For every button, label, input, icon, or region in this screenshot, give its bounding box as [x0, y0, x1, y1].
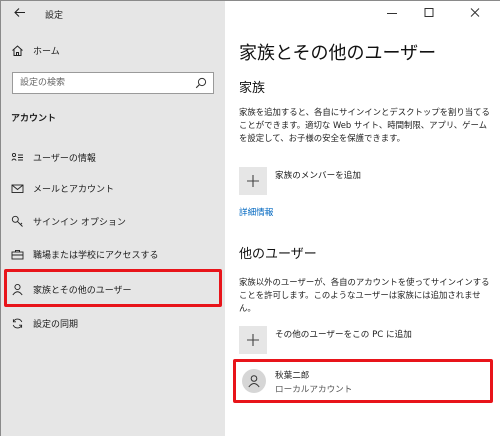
other-users-heading: 他のユーザー [239, 247, 317, 262]
back-arrow-icon [13, 8, 25, 17]
key-icon [10, 214, 24, 228]
sidebar-item-mail[interactable]: メールとアカウント [1, 173, 225, 203]
sidebar-item-label: 設定の同期 [33, 320, 79, 330]
person-icon [248, 375, 260, 388]
other-users-description: 家族以外のユーザーが、各自のアカウントを使ってサインインすることを許可します。こ… [239, 277, 490, 313]
title-bar: 設定 [1, 1, 225, 27]
window-title: 設定 [45, 11, 64, 21]
family-description: 家族を追加すると、各自にサインインとデスクトップを割り当てることができます。適切… [239, 107, 490, 143]
sidebar-item-label: ホーム [33, 47, 60, 57]
user-account-type: ローカルアカウント [275, 385, 353, 395]
sidebar-item-sync[interactable]: 設定の同期 [1, 308, 225, 338]
sidebar-item-label: ユーザーの情報 [33, 154, 96, 164]
search-icon[interactable] [195, 77, 207, 89]
sync-icon [10, 316, 24, 330]
briefcase-icon [10, 247, 24, 261]
add-family-member-button[interactable]: 家族のメンバーを追加 [239, 167, 489, 195]
user-account-item[interactable]: 秋葉二郎 ローカルアカウント [233, 359, 493, 403]
add-other-user-button[interactable]: その他のユーザーをこの PC に追加 [239, 326, 489, 354]
page-title: 家族とその他のユーザー [239, 43, 437, 64]
settings-window: 設定 ホーム アカウント [0, 0, 500, 436]
learn-more-link[interactable]: 詳細情報 [239, 206, 273, 218]
search-input[interactable] [13, 73, 193, 93]
minimize-icon [387, 13, 397, 14]
sidebar-item-home[interactable]: ホーム [1, 35, 225, 65]
add-family-member-label: 家族のメンバーを追加 [275, 171, 361, 181]
sidebar: 設定 ホーム アカウント [1, 1, 225, 436]
sidebar-item-work-school[interactable]: 職場または学校にアクセスする [1, 239, 225, 269]
back-button[interactable] [11, 6, 27, 22]
section-heading: アカウント [11, 114, 57, 124]
sidebar-item-user-info[interactable]: ユーザーの情報 [1, 142, 225, 172]
plus-tile [239, 167, 267, 195]
sidebar-item-label: メールとアカウント [33, 185, 115, 195]
search-box [12, 72, 214, 94]
main-content: 家族とその他のユーザー 家族 家族を追加すると、各自にサインインとデスクトップを… [225, 1, 500, 436]
close-button[interactable] [468, 7, 482, 19]
mail-icon [10, 181, 24, 195]
maximize-icon [424, 8, 434, 17]
selection-highlight-frame [4, 269, 222, 307]
minimize-button[interactable] [385, 7, 399, 19]
maximize-button[interactable] [422, 7, 436, 19]
close-icon [470, 8, 480, 17]
plus-icon [247, 334, 259, 346]
avatar [242, 369, 266, 393]
home-icon [10, 43, 24, 57]
sidebar-item-sign-in[interactable]: サインイン オプション [1, 206, 225, 236]
sidebar-item-label: 職場または学校にアクセスする [33, 251, 159, 261]
user-name: 秋葉二郎 [275, 371, 310, 381]
family-heading: 家族 [239, 81, 266, 96]
user-info-icon [10, 150, 24, 164]
plus-icon [247, 175, 259, 187]
sidebar-item-label: サインイン オプション [33, 218, 126, 228]
add-other-user-label: その他のユーザーをこの PC に追加 [275, 330, 412, 340]
plus-tile [239, 326, 267, 354]
